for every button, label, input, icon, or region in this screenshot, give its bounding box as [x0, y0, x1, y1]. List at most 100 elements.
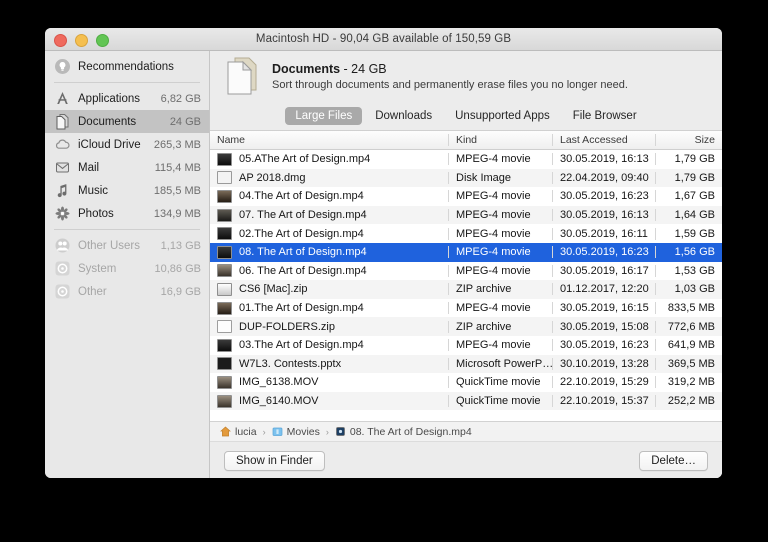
- sidebar-item-photos[interactable]: Photos 134,9 MB: [45, 202, 209, 225]
- table-row[interactable]: 03.The Art of Design.mp4 MPEG-4 movie 30.0…: [210, 336, 722, 355]
- cell-accessed: 01.12.2017, 12:20: [552, 283, 655, 296]
- table-row[interactable]: W7L3. Contests.pptx Microsoft PowerP… 30.1…: [210, 354, 722, 374]
- cell-accessed: 22.10.2019, 15:37: [552, 395, 655, 408]
- cell-kind: MPEG-4 movie: [448, 339, 552, 352]
- file-name: IMG_6138.MOV: [239, 376, 319, 389]
- column-header-kind[interactable]: Kind: [448, 134, 552, 146]
- sidebar-item-mail[interactable]: Mail 115,4 MB: [45, 156, 209, 179]
- home-icon: [220, 426, 231, 437]
- traffic-lights: [54, 34, 109, 47]
- file-name: DUP-FOLDERS.zip: [239, 320, 335, 333]
- lightbulb-icon: [55, 59, 70, 74]
- cell-accessed: 30.05.2019, 16:13: [552, 209, 655, 222]
- table-row[interactable]: 07. The Art of Design.mp4 MPEG-4 movie 30.…: [210, 205, 722, 225]
- cell-kind: MPEG-4 movie: [448, 264, 552, 277]
- minimize-button[interactable]: [75, 34, 88, 47]
- main-panel: Documents - 24 GB Sort through documents…: [210, 51, 722, 478]
- system-icon: [55, 261, 70, 276]
- breadcrumb-separator: ›: [325, 426, 329, 437]
- cell-name: AP 2018.dmg: [210, 171, 448, 185]
- file-list[interactable]: 05.AThe Art of Design.mp4 MPEG-4 movie 30.…: [210, 150, 722, 421]
- storage-management-window: Macintosh HD - 90,04 GB available of 150…: [45, 28, 722, 478]
- movie-file-icon: [217, 189, 232, 203]
- table-row[interactable]: DUP-FOLDERS.zip ZIP archive 30.05.2019, 15…: [210, 317, 722, 336]
- zoom-button[interactable]: [96, 34, 109, 47]
- breadcrumb-separator: ›: [262, 426, 266, 437]
- sidebar-item-size: 10,86 GB: [154, 262, 201, 275]
- breadcrumb-item-file[interactable]: 08. The Art of Design.mp4: [335, 426, 472, 438]
- tab-downloads[interactable]: Downloads: [365, 107, 442, 125]
- cell-accessed: 30.05.2019, 16:23: [552, 246, 655, 259]
- cell-name: IMG_6138.MOV: [210, 375, 448, 389]
- movie-file-icon: [217, 264, 232, 278]
- sidebar-item-music[interactable]: Music 185,5 MB: [45, 179, 209, 202]
- delete-button[interactable]: Delete…: [639, 450, 708, 471]
- file-name: W7L3. Contests.pptx: [239, 357, 342, 370]
- sidebar-item-icloud-drive[interactable]: iCloud Drive 265,3 MB: [45, 133, 209, 156]
- file-name: 01.The Art of Design.mp4: [239, 302, 364, 315]
- documents-icon: [56, 114, 69, 130]
- cell-kind: Microsoft PowerP…: [448, 357, 552, 370]
- file-name: AP 2018.dmg: [239, 171, 306, 184]
- table-row[interactable]: IMG_6140.MOV QuickTime movie 22.10.2019, 1…: [210, 391, 722, 411]
- title-bar[interactable]: Macintosh HD - 90,04 GB available of 150…: [45, 28, 722, 51]
- sidebar-item-label: iCloud Drive: [78, 138, 141, 151]
- show-in-finder-button[interactable]: Show in Finder: [224, 450, 325, 471]
- table-row[interactable]: 02.The Art of Design.mp4 MPEG-4 movie 30.0…: [210, 224, 722, 243]
- sidebar-item-size: 185,5 MB: [153, 184, 201, 197]
- cell-accessed: 30.10.2019, 13:28: [552, 357, 655, 370]
- column-header-accessed[interactable]: Last Accessed: [552, 134, 655, 146]
- quicktime-icon: [217, 375, 232, 389]
- sidebar-item-system: System 10,86 GB: [45, 257, 209, 280]
- sidebar-item-size: 1,13 GB: [160, 239, 201, 252]
- table-row[interactable]: 04.The Art of Design.mp4 MPEG-4 movie 30.0…: [210, 187, 722, 206]
- sidebar-item-documents[interactable]: Documents 24 GB: [45, 110, 209, 133]
- sidebar-item-size: 265,3 MB: [153, 138, 201, 151]
- file-name: 06. The Art of Design.mp4: [239, 264, 367, 277]
- table-row[interactable]: CS6 [Mac].zip ZIP archive 01.12.2017, 12:2…: [210, 280, 722, 299]
- sidebar-item-recommendations[interactable]: Recommendations: [45, 55, 209, 78]
- close-button[interactable]: [54, 34, 67, 47]
- cell-kind: Disk Image: [448, 171, 552, 184]
- tab-unsupported-apps[interactable]: Unsupported Apps: [445, 107, 560, 125]
- file-name: 02.The Art of Design.mp4: [239, 227, 364, 240]
- file-name: 04.The Art of Design.mp4: [239, 190, 364, 203]
- cell-accessed: 30.05.2019, 16:13: [552, 153, 655, 166]
- cell-name: 04.The Art of Design.mp4: [210, 189, 448, 203]
- table-row[interactable]: IMG_6138.MOV QuickTime movie 22.10.2019, 1…: [210, 373, 722, 392]
- cell-name: 03.The Art of Design.mp4: [210, 338, 448, 352]
- sidebar: Recommendations Applications 6,82 GB Doc…: [45, 51, 210, 478]
- cell-kind: MPEG-4 movie: [448, 209, 552, 222]
- cell-kind: MPEG-4 movie: [448, 246, 552, 259]
- table-row[interactable]: 08. The Art of Design.mp4 MPEG-4 movie 30.…: [210, 242, 722, 262]
- column-header-name[interactable]: Name: [210, 134, 448, 146]
- table-row[interactable]: 05.AThe Art of Design.mp4 MPEG-4 movie 30.…: [210, 150, 722, 169]
- breadcrumb-item-home[interactable]: lucia: [220, 426, 257, 438]
- sidebar-item-label: Other: [78, 285, 107, 298]
- tab-bar: Large Files Downloads Unsupported Apps F…: [210, 101, 722, 130]
- movie-file-icon: [336, 427, 345, 436]
- sidebar-item-applications[interactable]: Applications 6,82 GB: [45, 87, 209, 110]
- breadcrumb-label: 08. The Art of Design.mp4: [349, 425, 472, 438]
- movie-file-icon: [217, 301, 232, 315]
- cell-accessed: 30.05.2019, 15:08: [552, 320, 655, 333]
- table-row[interactable]: 01.The Art of Design.mp4 MPEG-4 movie 30.0…: [210, 299, 722, 318]
- file-name: CS6 [Mac].zip: [239, 283, 308, 296]
- powerpoint-icon: [217, 357, 232, 371]
- cell-size: 252,2 MB: [655, 395, 722, 408]
- sidebar-item-size: 24 GB: [169, 115, 201, 128]
- sidebar-separator-bottom: [54, 229, 200, 230]
- category-size: - 24 GB: [340, 61, 387, 76]
- breadcrumb-item-movies[interactable]: Movies: [272, 426, 320, 438]
- cell-kind: MPEG-4 movie: [448, 153, 552, 166]
- tab-file-browser[interactable]: File Browser: [563, 107, 647, 125]
- cell-kind: ZIP archive: [448, 283, 552, 296]
- file-name: 03.The Art of Design.mp4: [239, 339, 364, 352]
- table-row[interactable]: 06. The Art of Design.mp4 MPEG-4 movie 30.…: [210, 262, 722, 281]
- sidebar-item-size: 134,9 MB: [153, 207, 201, 220]
- sidebar-item-size: 115,4 MB: [154, 161, 201, 174]
- tab-large-files[interactable]: Large Files: [285, 106, 363, 125]
- users-icon: [55, 238, 70, 253]
- column-header-size[interactable]: Size: [655, 134, 722, 146]
- table-row[interactable]: AP 2018.dmg Disk Image 22.04.2019, 09:40 1,…: [210, 168, 722, 188]
